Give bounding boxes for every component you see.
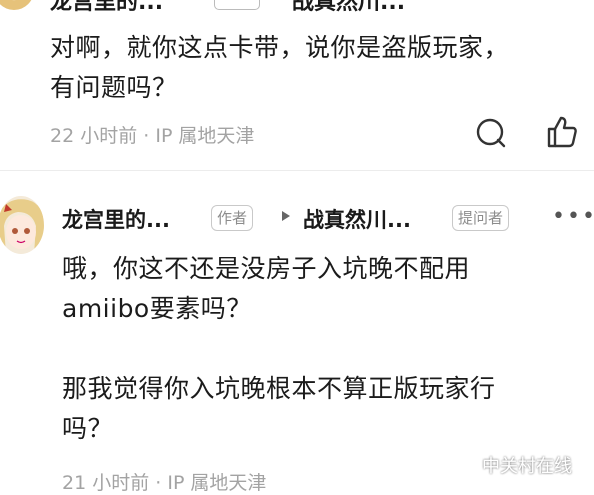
comment-text: 对啊，就你这点卡带，说你是盗版玩家， 有问题吗？ [50, 28, 509, 108]
comment-meta: 22 小时前 · IP 属地天津 [50, 125, 255, 147]
triangle-right-icon [281, 210, 291, 225]
comment-meta: 21 小时前 · IP 属地天津 [62, 472, 267, 494]
author-tag [214, 0, 260, 10]
more-icon[interactable]: ••• [552, 204, 594, 229]
comment-author[interactable]: 龙宫里的... [62, 204, 170, 234]
comment-author[interactable]: 龙宫里的... [50, 0, 163, 16]
comment-text-line: 有问题吗？ [50, 73, 178, 102]
questioner-tag: 提问者 [452, 205, 510, 231]
comment-text-line: 对啊，就你这点卡带，说你是盗版玩家， [50, 33, 510, 62]
author-tag: 作者 [211, 205, 254, 231]
watermark: 中关村在线 [482, 456, 572, 477]
reply-to-name[interactable]: 战真然川... [292, 0, 405, 16]
avatar[interactable] [0, 196, 44, 254]
comment-text-line: 哦，你这不还是没房子入坑晚不配用 [62, 254, 471, 283]
comment-text: 哦，你这不还是没房子入坑晚不配用 amiibo要素吗？ 那我觉得你入坑晚根本不算… [62, 249, 496, 449]
reply-to-name[interactable]: 战真然川... [303, 204, 411, 234]
comment-icon[interactable] [474, 116, 508, 150]
comment-text-line: 吗？ [62, 414, 114, 443]
divider [0, 170, 594, 171]
avatar[interactable] [0, 0, 34, 10]
comment-text-line: 那我觉得你入坑晚根本不算正版玩家行 [62, 374, 496, 403]
like-icon[interactable] [544, 114, 578, 148]
comment-text-line: amiibo要素吗？ [62, 294, 252, 323]
